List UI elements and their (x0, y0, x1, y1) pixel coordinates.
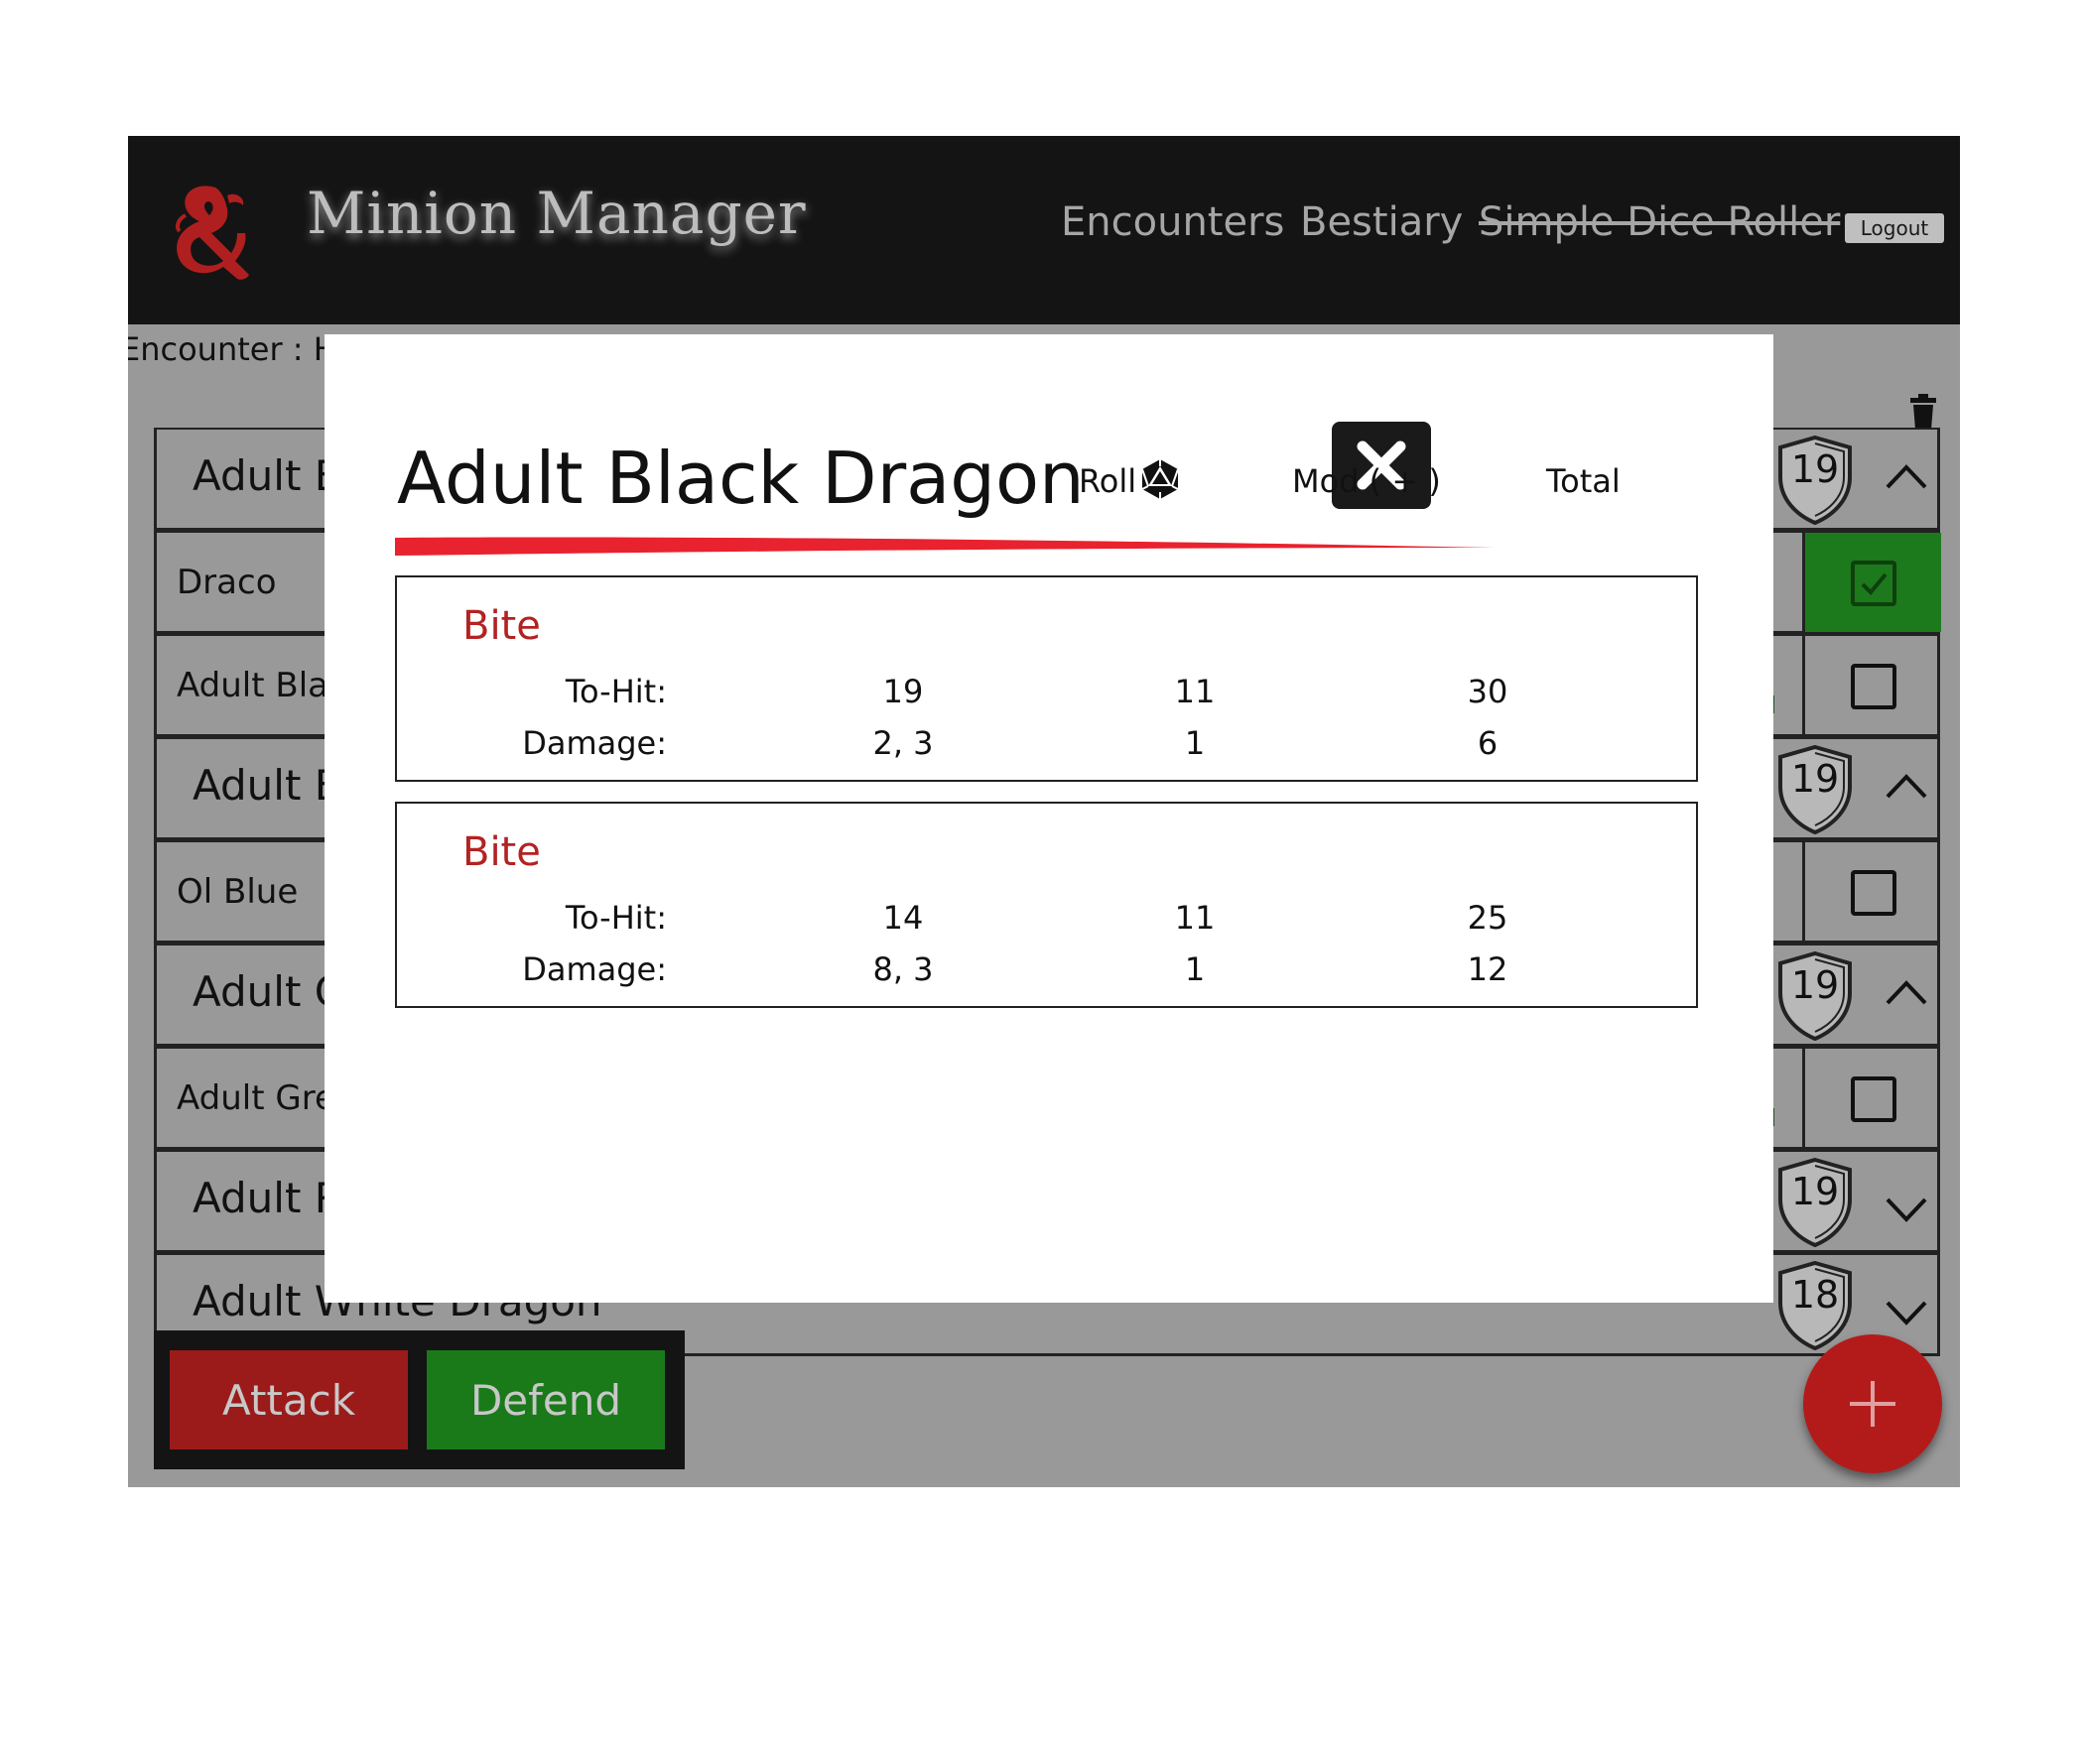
minion-select-cell[interactable] (1802, 842, 1941, 942)
top-navigation-bar: Minion Manager Encounters Bestiary Simpl… (128, 136, 1960, 324)
to-hit-mod: 11 (1174, 899, 1216, 937)
add-button[interactable] (1803, 1334, 1942, 1473)
action-bar: Attack Defend (154, 1330, 685, 1469)
attack-card: Bite To-Hit: 14 11 25 Damage: 8, 3 1 12 (395, 802, 1698, 1008)
damage-label: Damage: (522, 950, 667, 988)
encounter-label: Encounter : He (128, 330, 357, 368)
to-hit-roll: 19 (882, 673, 924, 710)
nav-dice-roller-link[interactable]: Simple Dice Roller (1479, 199, 1840, 245)
to-hit-total: 30 (1467, 673, 1508, 710)
attack-name: Bite (462, 603, 541, 649)
chevron-up-icon[interactable] (1884, 459, 1929, 493)
minion-name: Ol Blue (177, 872, 299, 912)
initiative-value: 18 (1790, 1273, 1840, 1317)
screen: Minion Manager Encounters Bestiary Simpl… (0, 0, 2086, 1764)
group-name: Adult R (193, 1174, 343, 1222)
title-underline-decoration (395, 537, 1495, 556)
column-header-mod: Mod ( + ) (1292, 462, 1441, 500)
minion-checkbox[interactable] (1851, 1076, 1896, 1122)
minion-select-cell[interactable] (1802, 1049, 1941, 1148)
damage-total: 12 (1467, 950, 1508, 988)
damage-total: 6 (1477, 724, 1499, 762)
to-hit-roll: 14 (882, 899, 924, 937)
group-name: Adult B (193, 761, 343, 810)
column-header-total: Total (1546, 462, 1621, 500)
attack-name: Bite (462, 829, 541, 875)
modal-title: Adult Black Dragon (397, 437, 1085, 520)
defend-button[interactable]: Defend (427, 1350, 665, 1449)
to-hit-total: 25 (1467, 899, 1508, 937)
initiative-value: 19 (1790, 963, 1840, 1007)
chevron-down-icon[interactable] (1884, 1295, 1929, 1328)
initiative-value: 19 (1790, 1170, 1840, 1213)
damage-roll: 8, 3 (872, 950, 934, 988)
nav-encounters-link[interactable]: Encounters (1061, 199, 1284, 245)
minion-select-cell[interactable] (1802, 636, 1941, 735)
minion-name: Adult Blac (177, 666, 347, 705)
minion-checkbox[interactable] (1851, 870, 1896, 916)
initiative-value: 19 (1790, 757, 1840, 801)
damage-label: Damage: (522, 724, 667, 762)
dnd-logo-icon[interactable] (156, 176, 265, 285)
to-hit-mod: 11 (1174, 673, 1216, 710)
logout-button[interactable]: Logout (1845, 213, 1944, 243)
chevron-up-icon[interactable] (1884, 975, 1929, 1009)
to-hit-label: To-Hit: (565, 673, 667, 710)
check-icon (1861, 572, 1888, 595)
group-name: Adult B (193, 451, 343, 500)
chevron-up-icon[interactable] (1884, 769, 1929, 803)
damage-mod: 1 (1184, 950, 1206, 988)
d20-icon[interactable] (1139, 458, 1181, 500)
minion-checkbox[interactable] (1851, 664, 1896, 709)
app-title: Minion Manager (307, 180, 807, 247)
minion-name: Draco (177, 563, 277, 602)
trash-icon[interactable] (1910, 394, 1936, 430)
initiative-value: 19 (1790, 447, 1840, 491)
damage-roll: 2, 3 (872, 724, 934, 762)
to-hit-label: To-Hit: (565, 899, 667, 937)
damage-mod: 1 (1184, 724, 1206, 762)
column-header-roll: Roll (1079, 462, 1137, 500)
nav-bestiary-link[interactable]: Bestiary (1300, 199, 1463, 245)
attack-card: Bite To-Hit: 19 11 30 Damage: 2, 3 1 6 (395, 575, 1698, 782)
attack-button[interactable]: Attack (170, 1350, 408, 1449)
minion-select-cell[interactable] (1802, 533, 1941, 632)
minion-checkbox[interactable] (1851, 561, 1896, 606)
plus-icon (1850, 1381, 1895, 1427)
chevron-down-icon[interactable] (1884, 1192, 1929, 1225)
